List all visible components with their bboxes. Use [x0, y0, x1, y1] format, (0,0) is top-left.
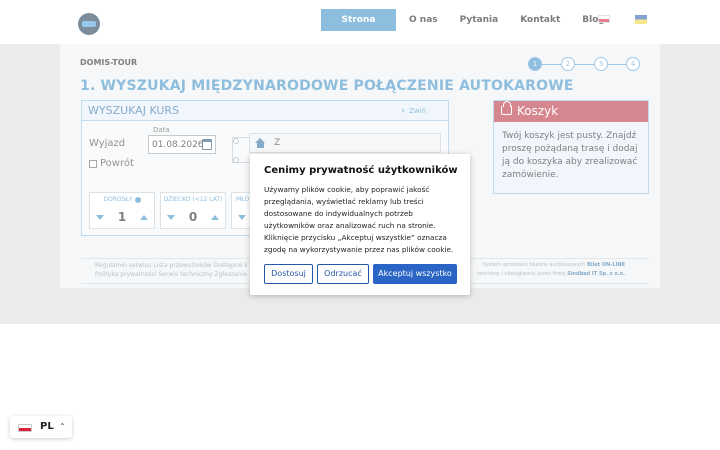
chevron-up-icon: ⌃: [59, 422, 66, 431]
customize-button[interactable]: Dostosuj: [264, 264, 313, 284]
reject-button[interactable]: Odrzucać: [317, 264, 369, 284]
cookie-dialog-text: Używamy plików cookie, aby poprawić jako…: [264, 185, 454, 254]
language-selector[interactable]: PL ⌃: [10, 416, 72, 438]
language-code: PL: [40, 421, 54, 432]
polish-flag-icon: [18, 424, 32, 432]
cookie-consent-dialog: Cenimy prywatność użytkowników Używamy p…: [250, 154, 470, 295]
cookie-dialog-title: Cenimy prywatność użytkowników: [264, 165, 458, 176]
accept-all-button[interactable]: Akceptuj wszystko: [373, 264, 457, 284]
